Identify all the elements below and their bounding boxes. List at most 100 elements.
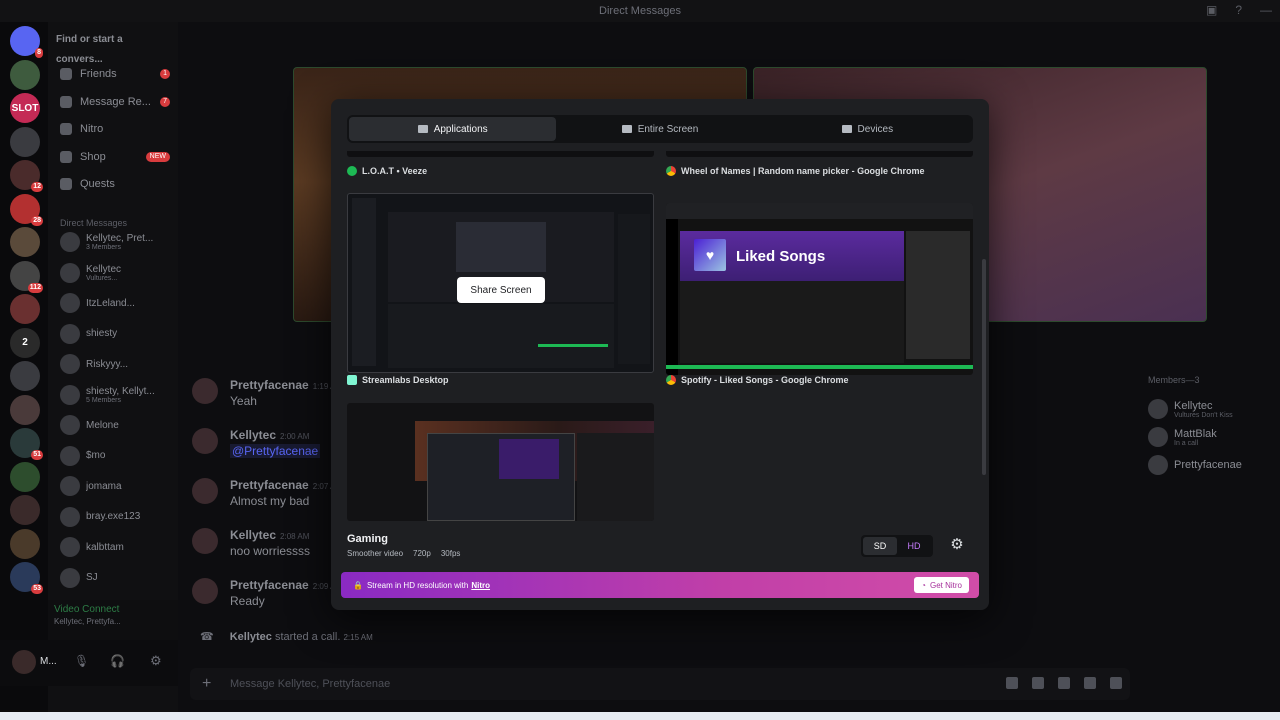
nitro-upsell-banner: 🔒 Stream in HD resolution with Nitro ◔ G… [341,572,979,598]
dm-item[interactable]: Riskyyy... [60,350,174,378]
nav-item-friends[interactable]: Friends 1 [60,64,170,84]
source-streamlabs[interactable]: Share Screen Streamlabs Desktop [347,193,654,385]
server-icon[interactable]: 51 [10,428,43,460]
avatar[interactable] [192,578,218,604]
avatar [1148,455,1168,475]
member-item[interactable]: MattBlak In a call [1148,423,1278,451]
lock-icon: 🔒 [353,580,363,590]
server-icon[interactable] [10,495,40,525]
shop-icon [60,150,72,163]
dm-item[interactable]: jomama [60,472,174,500]
message-author[interactable]: Prettyfacenae [230,478,309,492]
plus-icon[interactable]: + [202,668,211,700]
nav-item-shop[interactable]: Shop NEW [60,147,170,167]
server-icon[interactable]: 2 [10,327,40,358]
source-thumbnail [347,151,654,157]
dm-item[interactable]: SJ [60,564,174,592]
share-screen-button[interactable]: Share Screen [457,277,545,303]
avatar [60,567,80,588]
composer-placeholder: Message Kellytec, Prettyfacenae [230,678,391,690]
member-item[interactable]: Prettyfacenae [1148,451,1278,479]
server-icon[interactable] [10,361,40,391]
search-input[interactable]: Find or start a convers... [56,30,170,65]
message-author[interactable]: Prettyfacenae [230,578,309,592]
source-thumbnail [347,403,654,521]
tab-devices[interactable]: Devices [764,117,971,141]
source-spotify-chrome[interactable]: ♥ Liked Songs Spotify - Liked Songs - Go… [666,203,973,385]
server-icon[interactable]: 28 [10,193,43,226]
avatar[interactable] [192,528,218,554]
nitro-link[interactable]: Nitro [471,581,490,590]
message-author[interactable]: Kellytec [230,428,276,442]
dm-item[interactable]: kalbttam [60,533,174,561]
stream-settings-gear-icon[interactable]: ⚙ [949,537,965,553]
nav-item-nitro[interactable]: Nitro [60,119,170,139]
server-icon[interactable]: 8 [10,26,43,58]
gift-icon[interactable] [1006,677,1018,689]
avatar[interactable] [192,428,218,454]
apps-icon[interactable] [1110,677,1122,689]
user-panel: M... 🎙 🎧 ⚙ [0,640,178,686]
dm-item[interactable]: shiesty, Kellyt... 5 Members [60,381,174,409]
source-thumbnail: ♥ Liked Songs [666,203,973,375]
minimize-icon[interactable]: — [1260,3,1272,17]
camera-icon [841,125,852,133]
source-obs-preview[interactable] [347,403,654,523]
dm-sidebar: Find or start a convers... Friends 1 Messa… [48,22,178,712]
mic-icon[interactable]: 🎙 [74,654,89,668]
hd-option[interactable]: HD [897,537,931,555]
server-icon[interactable] [10,294,40,324]
dm-item[interactable]: shiesty [60,320,174,348]
headphones-icon[interactable]: 🎧 [110,654,125,668]
user-mention[interactable]: @Prettyfacenae [230,444,321,458]
quality-details: Smoother video 720p 30fps [347,549,461,558]
avatar[interactable] [192,378,218,404]
nav-item-quests[interactable]: Quests [60,174,170,194]
server-icon[interactable] [10,227,40,257]
source-label: Streamlabs Desktop [362,375,449,385]
dm-item[interactable]: Kellytec Vultures... [60,259,174,287]
server-icon[interactable] [10,59,40,90]
avatar [60,354,80,374]
get-nitro-button[interactable]: ◔ Get Nitro [914,577,969,593]
server-icon[interactable] [10,126,40,157]
gif-icon[interactable] [1032,677,1044,689]
server-icon[interactable] [10,528,40,559]
avatar [60,262,80,283]
source-list-scrollbar[interactable] [982,259,986,475]
monitor-icon [621,125,632,133]
emoji-icon[interactable] [1084,677,1096,689]
dm-item[interactable]: Melone [60,411,174,439]
dm-item[interactable]: bray.exe123 [60,503,174,531]
source-label: Spotify - Liked Songs - Google Chrome [681,375,849,385]
server-icon[interactable]: SLOT [10,93,40,123]
dm-item[interactable]: Kellytec, Pret... 3 Members [60,228,174,256]
tab-entire-screen[interactable]: Entire Screen [556,117,763,141]
server-icon[interactable]: 112 [10,260,43,293]
sd-option[interactable]: SD [863,537,897,555]
avatar [60,384,80,405]
server-icon[interactable]: 12 [10,160,43,192]
source-thumbnail: Share Screen [347,193,654,373]
nav-item-message-re[interactable]: Message Re... 7 [60,92,170,112]
quality-preset-title: Gaming [347,533,388,545]
notification-badge: 53 [31,584,43,594]
avatar [60,323,80,344]
member-item[interactable]: Kellytec Vultures Don't Kiss [1148,395,1278,423]
message-author[interactable]: Prettyfacenae [230,378,309,392]
avatar[interactable] [192,478,218,504]
avatar [1148,427,1168,447]
dm-item[interactable]: ItzLeland... [60,289,174,317]
server-icon[interactable] [10,394,40,425]
sticker-icon[interactable] [1058,677,1070,689]
help-icon[interactable]: ? [1235,3,1242,17]
message-composer[interactable]: + Message Kellytec, Prettyfacenae [190,668,1130,700]
settings-icon[interactable]: ⚙ [150,653,162,669]
avatar[interactable] [12,650,36,674]
message-author[interactable]: Kellytec [230,528,276,542]
inbox-icon[interactable]: ▣ [1206,3,1217,17]
dm-item[interactable]: $mo [60,442,174,470]
tab-applications[interactable]: Applications [349,117,557,141]
server-icon[interactable]: 53 [10,562,43,594]
server-icon[interactable] [10,461,40,492]
